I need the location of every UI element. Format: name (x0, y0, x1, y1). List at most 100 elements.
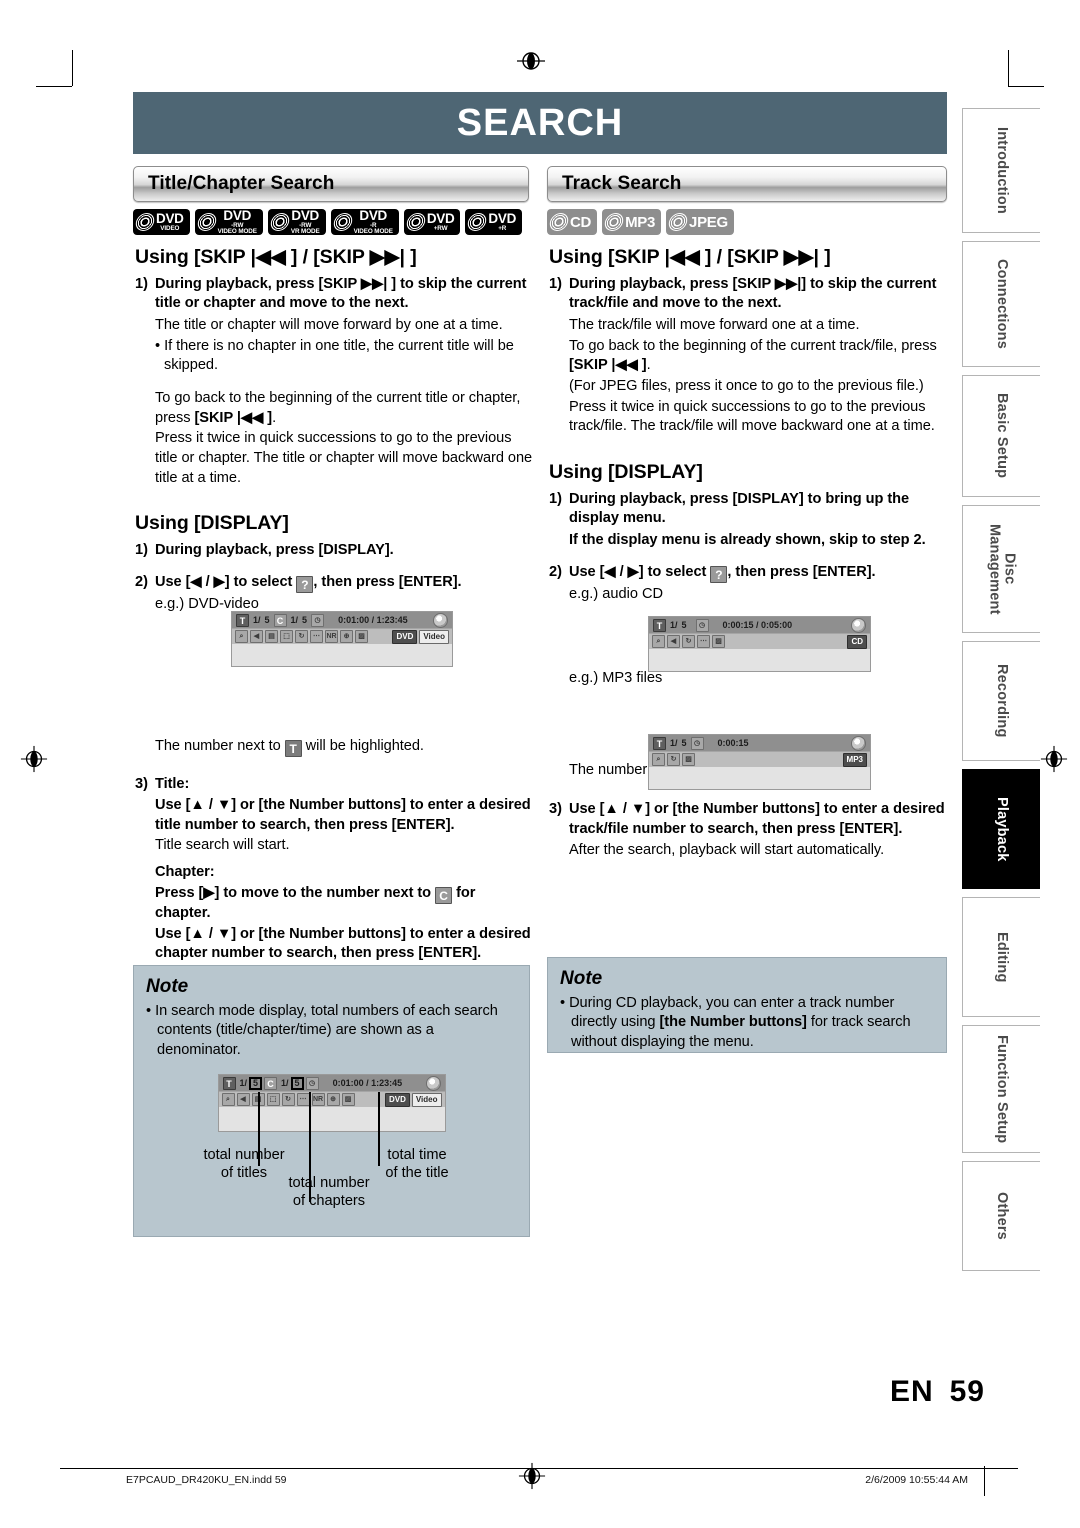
disc-badge-cd: CD (547, 209, 598, 235)
repeat-icon: ↻ (682, 635, 695, 648)
crop-mark-top-right (1008, 50, 1009, 86)
picture-control-icon: ▨ (712, 635, 725, 648)
disc-badge-mp3: MP3 (602, 209, 662, 235)
note-box-right: Note • During CD playback, you can enter… (547, 957, 947, 1053)
badge-sub-label: +R (498, 224, 507, 232)
left-after-figure-b: will be highlighted. (301, 737, 424, 754)
osd-blank-area (218, 1107, 445, 1132)
step-number: 3) (135, 775, 148, 792)
step-text-a: Use [◀ / ▶] to select (569, 564, 711, 581)
osd-disc-tag: DVD (392, 629, 418, 644)
left-para-3: To go back to the beginning of the curre… (155, 389, 533, 428)
step-number: 1) (135, 276, 148, 292)
note-text-right-b: [the Number buttons] (659, 1014, 807, 1031)
osd-blank-area (232, 644, 452, 666)
sidebar-item-disc-management[interactable]: Disc Management (962, 505, 1040, 633)
osd-title-key: T (653, 736, 666, 750)
section-header-title-chapter-search: Title/Chapter Search (133, 166, 529, 202)
right-para-2a: To go back to the beginning of the curre… (569, 337, 937, 354)
left-chapter-instruction: Use [▲ / ▼] or [the Number buttons] to e… (155, 925, 531, 962)
osd-title-total: 5 (681, 737, 687, 748)
osd-title-key: T (236, 613, 249, 627)
display-step-2-left: 2) Use [◀ / ▶] to select ?, then press [… (135, 573, 533, 593)
disc-badge-jpeg: JPEG (666, 209, 734, 235)
disc-icon (668, 211, 688, 233)
tab-label: Basic Setup (994, 393, 1011, 479)
osd-display-mp3: T 1/ 5 ◷ 0:00:15 ⌕ ↻ ▨ MP3 (648, 734, 871, 790)
tab-label: Recording (994, 664, 1011, 738)
right-step3-note: After the search, playback will start au… (569, 842, 885, 859)
right-para-3: (For JPEG files, press it once to go to … (569, 377, 924, 394)
badge-main-label: DVD (426, 210, 455, 226)
registration-mark-bottom (518, 1462, 546, 1490)
clock-icon: ◷ (311, 613, 325, 627)
left-after-figure-a: The number next to (155, 737, 285, 754)
disc-icon (468, 211, 487, 233)
note-title: Note (146, 976, 189, 997)
step-text-b: , then press [ENTER]. (313, 573, 462, 590)
subtitle-icon: ▤ (265, 630, 278, 643)
audio-icon: ◀ (250, 630, 263, 643)
disc-badge-dvd-rw-video-mode: DVD -RW VIDEO MODE (194, 209, 263, 235)
osd-icon-row: ⌕ ◀ ▤ ⬚ ↻ ⋯ NR ⊕ ▨ DVD Video (218, 1092, 445, 1108)
registration-mark-right (1040, 745, 1068, 773)
display-step-1-left: 1) During playback, press [DISPLAY]. (135, 541, 533, 560)
osd-chapter-total-highlight: 5 (290, 1076, 304, 1090)
section-title-right: Track Search (562, 173, 682, 194)
left-chapter-label: Chapter: (155, 864, 215, 881)
osd-time: 0:01:00 / 1:23:45 (338, 614, 408, 625)
osd-display-dvd-video: T 1/ 5 C 1/ 5 ◷ 0:01:00 / 1:23:45 ⌕ ◀ ▤ … (231, 611, 453, 667)
footer-divider (60, 1468, 1018, 1469)
chapter-key-icon: C (435, 886, 453, 904)
crop-mark-left-top (36, 86, 72, 87)
step-text: Use [◀ / ▶] to select ?, then press [ENT… (569, 563, 949, 584)
osd-chapter-key: C (264, 1076, 278, 1090)
badge-main-label: DVD (156, 210, 184, 226)
step-1-right: 1) During playback, press [SKIP ▶▶|] to … (549, 275, 949, 314)
osd-format-tag: Video (419, 629, 449, 644)
heading-using-display-left: Using [DISPLAY] (135, 512, 289, 535)
osd-top-row: T 1/ 5 ◷ 0:00:15 / 0:05:00 (649, 617, 870, 634)
disc-badges-left: DVD VIDEO DVD -RW VIDEO MODE DVD -RW VR … (133, 207, 523, 235)
badge-main-label: CD (570, 213, 592, 231)
note-title: Note (560, 968, 603, 989)
left-title-note: Title search will start. (155, 837, 290, 854)
osd-title-current: 1/ (670, 737, 678, 748)
osd-display-annotated: T 1/ 5 C 1/ 5 ◷ 0:01:00 / 1:23:45 ⌕ ◀ ▤ … (217, 1074, 446, 1133)
osd-top-row: T 1/ 5 ◷ 0:00:15 (649, 735, 870, 752)
sidebar-item-basic-setup[interactable]: Basic Setup (962, 375, 1040, 497)
note-text-left: • In search mode display, total numbers … (146, 1003, 498, 1058)
right-para-2b: [SKIP |◀◀ ] (569, 357, 647, 374)
badge-sub2-label: VIDEO MODE (217, 228, 257, 235)
left-para-3b: [SKIP |◀◀ ] (194, 409, 273, 426)
sidebar-item-editing[interactable]: Editing (962, 897, 1040, 1017)
step-text-title-label: Title: (155, 775, 190, 792)
osd-blank-area (649, 649, 870, 671)
sidebar-item-introduction[interactable]: Introduction (962, 108, 1040, 233)
footer-vertical-rule (984, 1466, 985, 1496)
sidebar-item-recording[interactable]: Recording (962, 641, 1040, 761)
step-text: During playback, press [SKIP ▶▶| ] to sk… (155, 276, 527, 312)
sidebar-item-playback[interactable]: Playback (962, 769, 1040, 889)
example-label-audio-cd: e.g.) audio CD (569, 586, 664, 603)
osd-title-key: T (653, 618, 666, 632)
crop-mark-right-top (1008, 86, 1044, 87)
osd-top-row: T 1/ 5 C 1/ 5 ◷ 0:01:00 / 1:23:45 (232, 612, 452, 629)
search-icon: ⌕ (235, 630, 248, 643)
osd-format-tag: Video (411, 1092, 442, 1107)
clock-icon: ◷ (695, 618, 709, 632)
page-language: EN (889, 1375, 934, 1408)
step-text: During playback, press [DISPLAY]. (155, 542, 394, 559)
sidebar-item-function-setup[interactable]: Function Setup (962, 1025, 1040, 1153)
sidebar-item-connections[interactable]: Connections (962, 241, 1040, 367)
badge-main-label: DVD (359, 207, 387, 223)
osd-chapter-current: 1/ (290, 614, 299, 625)
badge-sub-label: VIDEO (160, 224, 180, 232)
note-text-right: • During CD playback, you can enter a tr… (560, 994, 934, 1052)
disc-icon (406, 211, 426, 233)
page-title: SEARCH (456, 101, 624, 144)
audio-icon: ◀ (236, 1093, 250, 1107)
heading-using-skip-right: Using [SKIP |◀◀ ] / [SKIP ▶▶| ] (549, 246, 831, 268)
example-label-mp3-files: e.g.) MP3 files (569, 670, 663, 687)
sidebar-item-others[interactable]: Others (962, 1161, 1040, 1271)
